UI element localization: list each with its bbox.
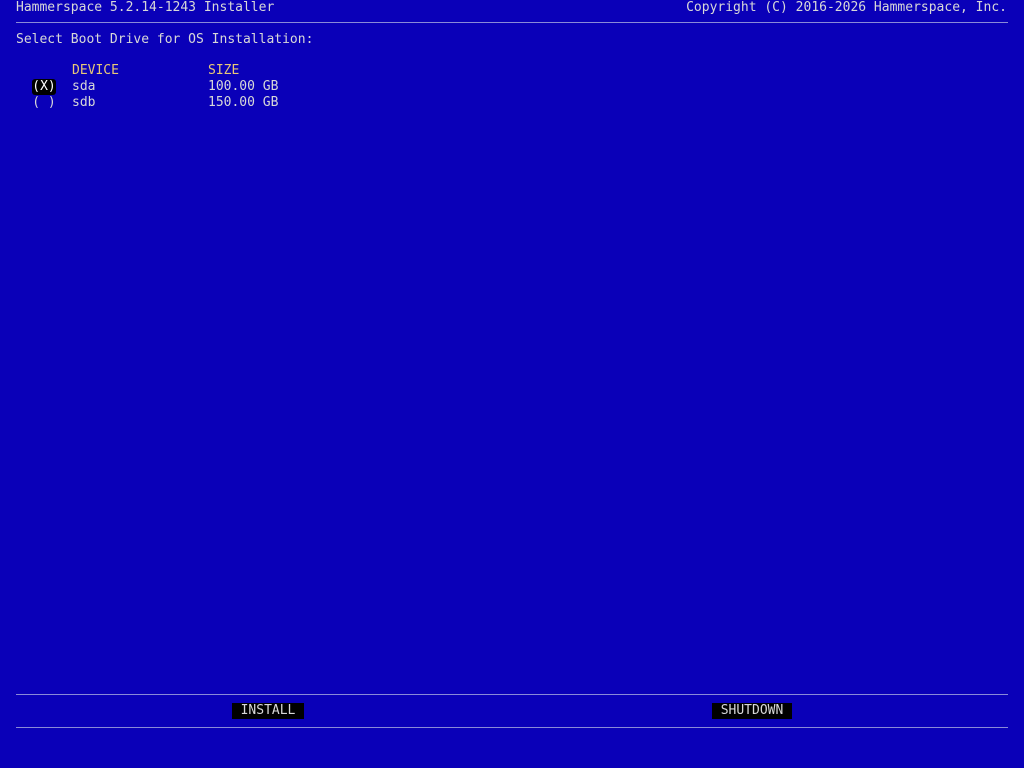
footer-top-divider xyxy=(16,694,1008,695)
footer-bottom-divider xyxy=(16,727,1008,728)
drive-device-name: sdb xyxy=(72,95,96,110)
header-divider xyxy=(16,22,1008,23)
drive-size: 150.00 GB xyxy=(208,95,279,110)
drive-radio-sdb[interactable]: ( ) xyxy=(32,95,56,111)
drive-radio-sda[interactable]: (X) xyxy=(32,79,56,95)
installer-title: Hammerspace 5.2.14-1243 Installer xyxy=(16,0,275,15)
copyright-notice: Copyright (C) 2016-2026 Hammerspace, Inc… xyxy=(686,0,1007,15)
boot-drive-prompt: Select Boot Drive for OS Installation: xyxy=(16,32,314,47)
drive-row-sda[interactable]: (X) sda 100.00 GB xyxy=(0,79,1024,95)
drive-device-name: sda xyxy=(72,79,96,94)
column-header-device: DEVICE xyxy=(72,63,119,78)
install-button[interactable]: INSTALL xyxy=(232,703,304,719)
column-header-size: SIZE xyxy=(208,63,240,78)
shutdown-button[interactable]: SHUTDOWN xyxy=(712,703,792,719)
drive-row-sdb[interactable]: ( ) sdb 150.00 GB xyxy=(0,95,1024,111)
drive-size: 100.00 GB xyxy=(208,79,279,94)
